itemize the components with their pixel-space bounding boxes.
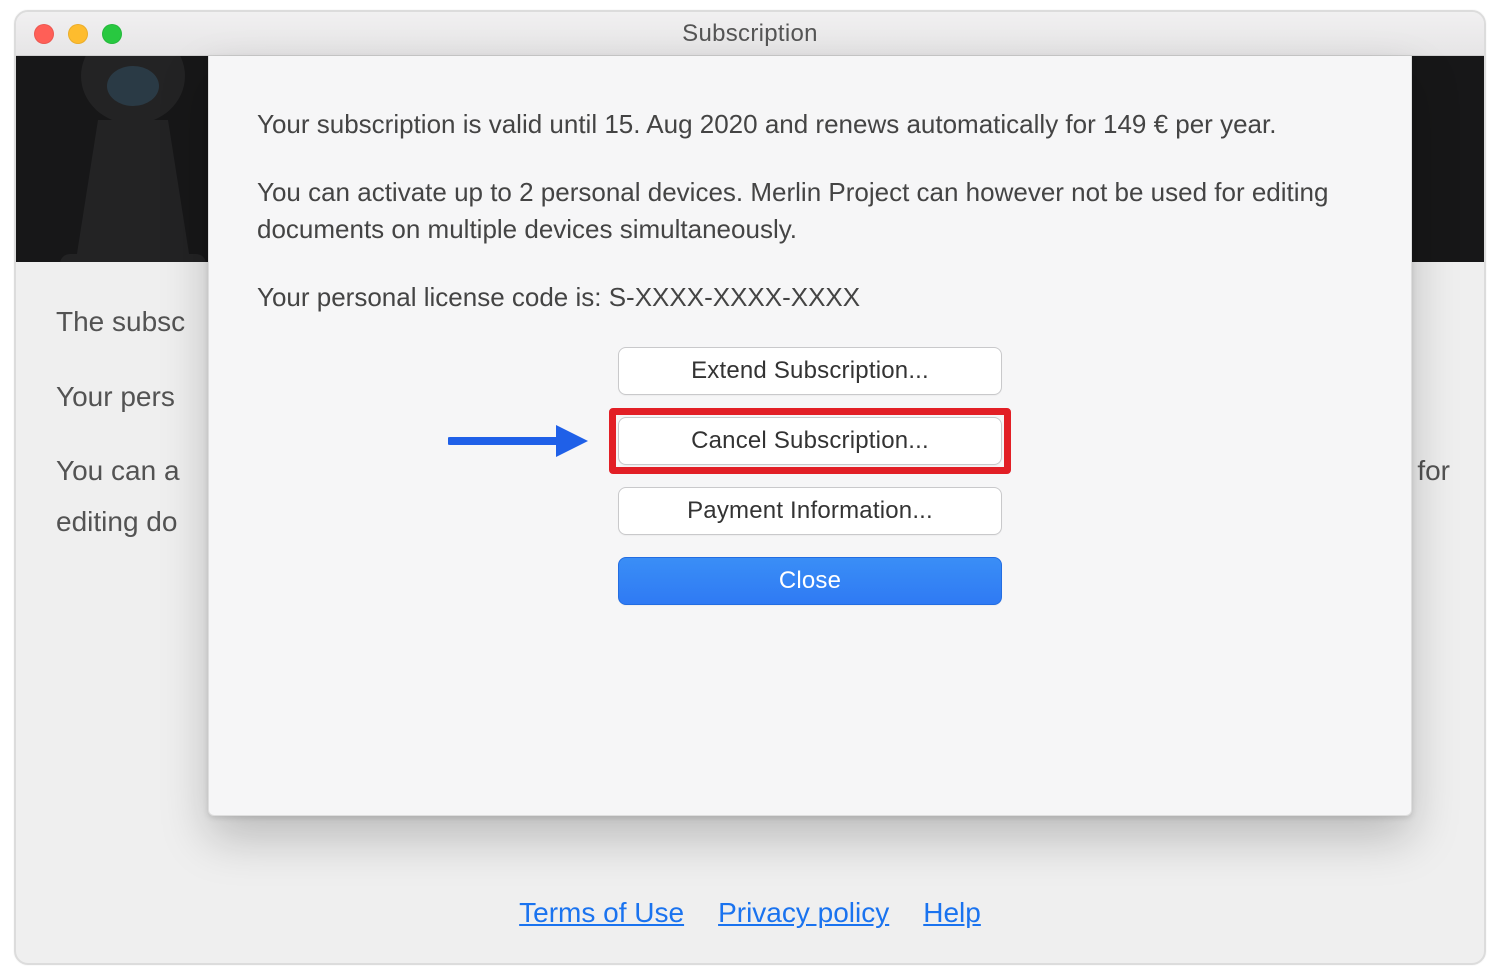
close-button-label: Close [779, 567, 841, 595]
terms-of-use-link[interactable]: Terms of Use [519, 897, 684, 929]
subscription-sheet: Your subscription is valid until 15. Aug… [208, 56, 1412, 816]
close-button[interactable]: Close [618, 557, 1002, 605]
window-title: Subscription [682, 20, 818, 48]
subscription-devices-text: You can activate up to 2 personal device… [257, 174, 1363, 249]
bg-line-3a: You can a [56, 455, 180, 486]
footer-links: Terms of Use Privacy policy Help [16, 897, 1484, 929]
bg-line-1: The subsc [56, 306, 185, 337]
help-link[interactable]: Help [923, 897, 981, 929]
window-minimize-button[interactable] [68, 24, 88, 44]
payment-information-label: Payment Information... [687, 497, 933, 525]
bg-line-2: Your pers [56, 381, 175, 412]
bg-line-4: editing do [56, 506, 177, 537]
cancel-subscription-button[interactable]: Cancel Subscription... [618, 417, 1002, 465]
window-close-button[interactable] [34, 24, 54, 44]
extend-subscription-button[interactable]: Extend Subscription... [618, 347, 1002, 395]
extend-subscription-label: Extend Subscription... [691, 357, 929, 385]
window-frame: Subscription The subsc Your pers You can… [14, 10, 1486, 965]
subscription-validity-text: Your subscription is valid until 15. Aug… [257, 106, 1363, 144]
cancel-subscription-label: Cancel Subscription... [691, 427, 929, 455]
cancel-subscription-highlight: Cancel Subscription... [618, 417, 1002, 465]
bg-line-3b: for [1417, 451, 1450, 492]
annotation-arrow-icon [448, 421, 588, 461]
privacy-policy-link[interactable]: Privacy policy [718, 897, 889, 929]
window-zoom-button[interactable] [102, 24, 122, 44]
chess-pawn-icon [38, 56, 228, 262]
subscription-license-text: Your personal license code is: S-XXXX-XX… [257, 279, 1363, 317]
traffic-lights [34, 24, 122, 44]
payment-information-button[interactable]: Payment Information... [618, 487, 1002, 535]
subscription-button-stack: Extend Subscription... Cancel Subscripti… [257, 347, 1363, 605]
titlebar: Subscription [16, 12, 1484, 56]
